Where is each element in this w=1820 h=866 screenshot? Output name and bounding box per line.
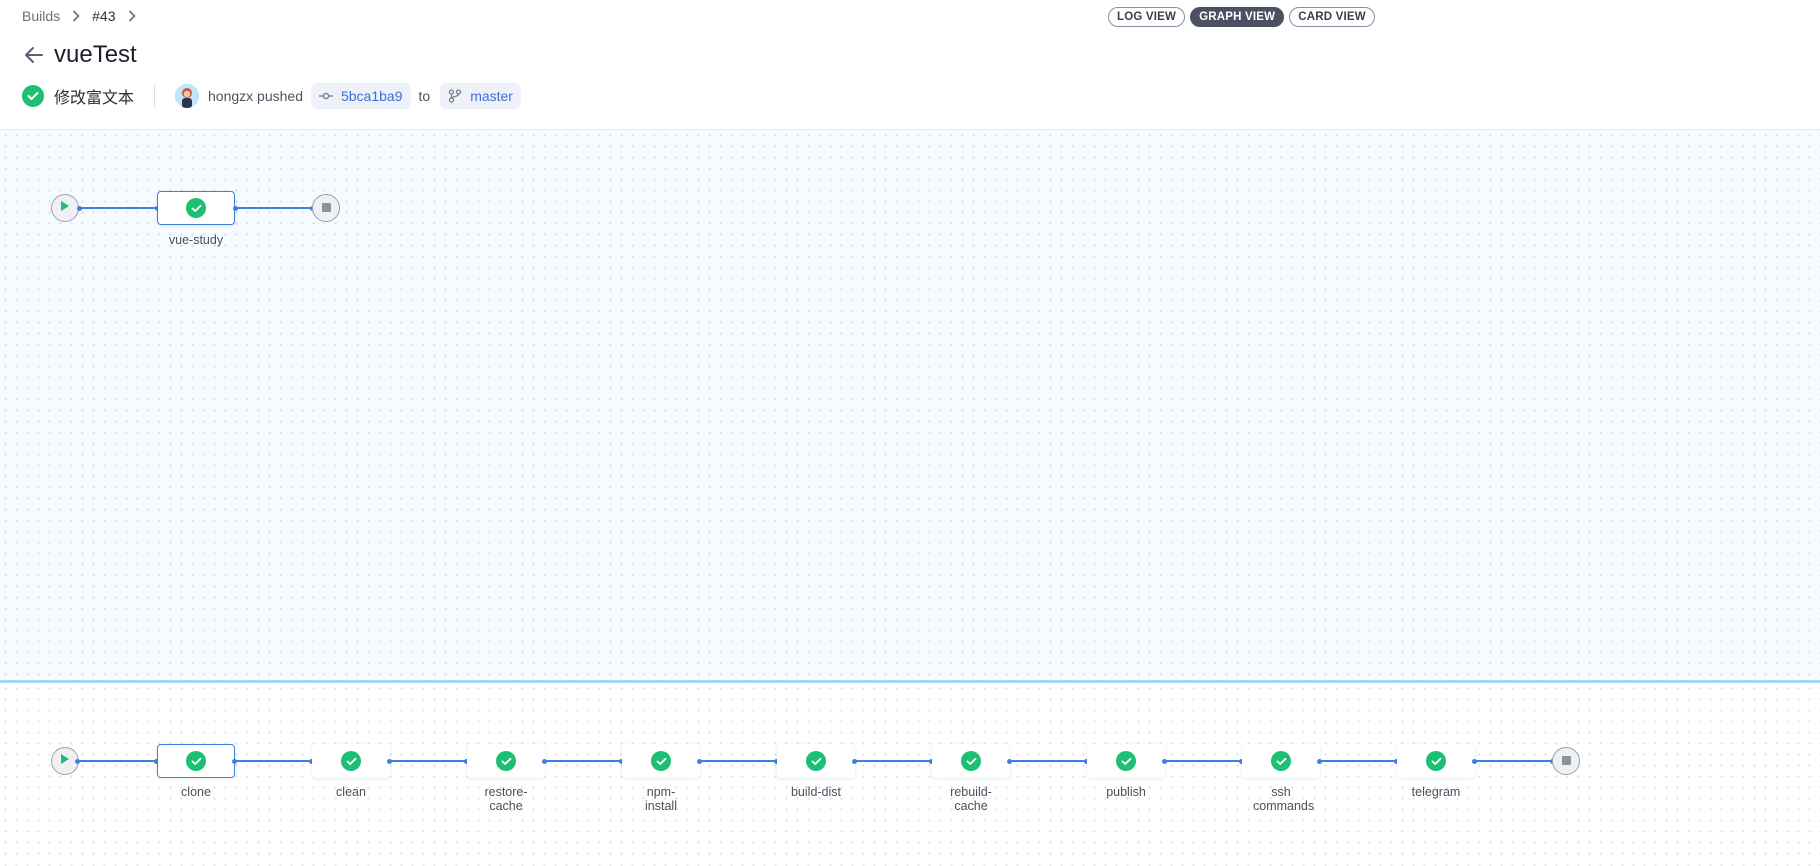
title-row: vueTest [22, 40, 137, 70]
step-node-restore-cache[interactable] [467, 744, 545, 778]
step-label: build-dist [790, 785, 842, 799]
graph-edge [235, 760, 312, 762]
step-node-npm-install[interactable] [622, 744, 700, 778]
branch-link[interactable]: master [440, 83, 521, 109]
steps-graph-canvas[interactable] [0, 683, 1820, 866]
check-circle-icon [496, 751, 516, 771]
graph-view-button[interactable]: GRAPH VIEW [1190, 7, 1285, 27]
graph-edge [1165, 760, 1242, 762]
page-title: vueTest [54, 41, 137, 68]
graph-edge [78, 760, 157, 762]
pipeline-end-node [1552, 747, 1580, 775]
step-node-telegram[interactable] [1397, 744, 1475, 778]
check-circle-icon [1116, 751, 1136, 771]
commit-icon [318, 91, 333, 101]
step-label: clone [181, 785, 211, 799]
chevron-right-icon [122, 9, 142, 23]
step-label: publish [1106, 785, 1146, 799]
breadcrumb-builds-link[interactable]: Builds [22, 8, 60, 24]
step-label: restore-cache [484, 785, 528, 813]
step-node-build-dist[interactable] [777, 744, 855, 778]
pipeline-start-node [51, 194, 79, 222]
step-node-publish[interactable] [1087, 744, 1165, 778]
to-word: to [418, 88, 431, 104]
play-icon [60, 752, 70, 770]
breadcrumb: Builds #43 [22, 6, 148, 26]
step-node-ssh-commands[interactable] [1242, 744, 1320, 778]
author-action: hongzx pushed [208, 88, 303, 104]
step-node-rebuild-cache[interactable] [932, 744, 1010, 778]
stop-icon [321, 199, 331, 217]
stage-label: vue-study [168, 233, 224, 247]
step-label: clean [336, 785, 366, 799]
log-view-button[interactable]: LOG VIEW [1108, 7, 1186, 27]
step-node-clean[interactable] [312, 744, 390, 778]
check-circle-icon [22, 85, 44, 107]
card-view-button[interactable]: CARD VIEW [1289, 7, 1375, 27]
commit-message: 修改富文本 [54, 90, 135, 107]
step-label: rebuild-cache [950, 785, 992, 813]
check-circle-icon [961, 751, 981, 771]
avatar [175, 84, 200, 108]
graph-edge [545, 760, 622, 762]
breadcrumb-build-number[interactable]: #43 [92, 8, 115, 24]
step-label: ssh commands [1253, 785, 1315, 813]
commit-info: 修改富文本 hongzx pushed 5bca1ba9 to master [22, 82, 521, 110]
back-arrow-icon[interactable] [22, 43, 46, 67]
check-circle-icon [1271, 751, 1291, 771]
graph-edge [1475, 760, 1553, 762]
graph-edge [855, 760, 932, 762]
pipeline-end-node [312, 194, 340, 222]
graph-edge [1320, 760, 1397, 762]
graph-edge [700, 760, 777, 762]
view-switch: LOG VIEW GRAPH VIEW CARD VIEW [1108, 7, 1375, 27]
chevron-right-icon [66, 9, 86, 23]
graph-edge [390, 760, 467, 762]
commit-sha: 5bca1ba9 [340, 88, 403, 104]
check-circle-icon [186, 751, 206, 771]
stop-icon [1561, 752, 1571, 770]
commit-sha-link[interactable]: 5bca1ba9 [310, 83, 411, 109]
graph-edge [80, 207, 158, 209]
graph-edge [236, 207, 313, 209]
step-label: npm-install [645, 785, 677, 813]
check-circle-icon [806, 751, 826, 771]
check-circle-icon [186, 198, 206, 218]
check-circle-icon [1426, 751, 1446, 771]
play-icon [60, 199, 70, 217]
step-node-clone[interactable] [157, 744, 235, 778]
check-circle-icon [651, 751, 671, 771]
stage-node-vue-study[interactable] [157, 191, 235, 225]
check-circle-icon [341, 751, 361, 771]
step-label: telegram [1411, 785, 1461, 799]
branch-icon [448, 89, 462, 103]
divider [154, 85, 156, 107]
stages-graph-canvas[interactable] [0, 129, 1820, 681]
graph-edge [1010, 760, 1087, 762]
branch-name: master [470, 88, 513, 104]
